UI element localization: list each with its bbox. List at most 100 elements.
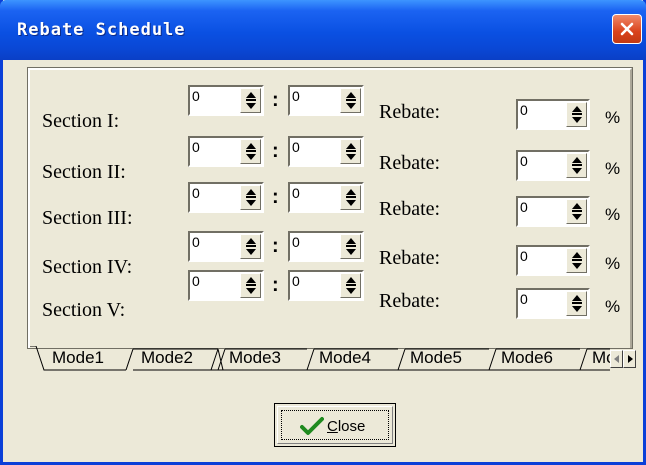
tab-label: Mode5: [410, 348, 462, 367]
divider: [346, 99, 356, 101]
rebate-spinner[interactable]: 0: [516, 99, 590, 130]
arrow-down-icon: [346, 200, 356, 206]
section-from-spinner-value[interactable]: 0: [192, 273, 200, 289]
spin-buttons[interactable]: [566, 199, 587, 224]
arrow-up-icon: [246, 238, 256, 244]
spin-buttons[interactable]: [340, 185, 361, 210]
spin-buttons[interactable]: [340, 139, 361, 164]
rebate-spinner-value[interactable]: 0: [520, 153, 528, 169]
close-button-label: Close: [327, 418, 366, 435]
spin-buttons[interactable]: [240, 234, 261, 259]
section-from-spinner[interactable]: 0: [188, 136, 264, 167]
section-to-spinner-value[interactable]: 0: [292, 273, 300, 289]
tab-scroll-left-button[interactable]: [610, 350, 623, 368]
rebate-spinner[interactable]: 0: [516, 196, 590, 227]
arrow-down-icon: [346, 154, 356, 160]
spin-buttons[interactable]: [340, 234, 361, 259]
arrow-down-icon: [346, 249, 356, 255]
arrow-down-icon: [246, 249, 256, 255]
divider: [572, 164, 582, 166]
tab-mode1[interactable]: Mode1: [42, 346, 128, 372]
divider: [572, 302, 582, 304]
spin-buttons[interactable]: [340, 88, 361, 113]
section-label: Section III:: [42, 207, 133, 229]
section-label: Section V:: [42, 299, 126, 321]
spin-buttons[interactable]: [566, 291, 587, 316]
spin-buttons[interactable]: [566, 102, 587, 127]
spin-buttons[interactable]: [566, 248, 587, 273]
divider: [346, 196, 356, 198]
tab-label: Mode: [592, 348, 612, 367]
rebate-spinner[interactable]: 0: [516, 288, 590, 319]
arrow-down-icon: [572, 168, 582, 174]
rebate-spinner[interactable]: 0: [516, 150, 590, 181]
checkmark-icon: [300, 417, 324, 435]
arrow-right-icon: [628, 355, 633, 363]
section-from-spinner-value[interactable]: 0: [192, 88, 200, 104]
tab-mode5[interactable]: Mode5: [400, 346, 490, 372]
spin-buttons[interactable]: [240, 88, 261, 113]
arrow-down-icon: [246, 288, 256, 294]
divider: [346, 284, 356, 286]
arrow-up-icon: [346, 92, 356, 98]
section-to-spinner-value[interactable]: 0: [292, 234, 300, 250]
window-title: Rebate Schedule: [17, 20, 186, 40]
section-from-spinner[interactable]: 0: [188, 182, 264, 213]
section-to-spinner-value[interactable]: 0: [292, 185, 300, 201]
rebate-spinner-value[interactable]: 0: [520, 102, 528, 118]
section-to-spinner[interactable]: 0: [288, 182, 364, 213]
rebate-spinner-value[interactable]: 0: [520, 291, 528, 307]
spin-buttons[interactable]: [240, 273, 261, 298]
section-from-spinner-value[interactable]: 0: [192, 234, 200, 250]
section-label: Section IV:: [42, 256, 133, 278]
section-from-spinner-value[interactable]: 0: [192, 185, 200, 201]
tab-label: Mode1: [52, 348, 104, 367]
arrow-down-icon: [246, 103, 256, 109]
tab-mode3[interactable]: Mode3: [219, 346, 309, 372]
spin-buttons[interactable]: [340, 273, 361, 298]
arrow-up-icon: [572, 295, 582, 301]
section-from-spinner-value[interactable]: 0: [192, 139, 200, 155]
rebate-spinner-value[interactable]: 0: [520, 248, 528, 264]
window-close-button[interactable]: [612, 14, 642, 44]
section-to-spinner-value[interactable]: 0: [292, 88, 300, 104]
arrow-down-icon: [572, 306, 582, 312]
spin-buttons[interactable]: [566, 153, 587, 178]
spin-buttons[interactable]: [240, 185, 261, 210]
close-icon: [620, 22, 634, 36]
section-from-spinner[interactable]: 0: [188, 270, 264, 301]
tab-scroll-right-button[interactable]: [623, 350, 636, 368]
tab-mode6[interactable]: Mode6: [491, 346, 581, 372]
arrow-up-icon: [346, 189, 356, 195]
tab-mode4[interactable]: Mode4: [309, 346, 399, 372]
divider: [246, 196, 256, 198]
tab-label: Mode6: [501, 348, 553, 367]
divider: [572, 259, 582, 261]
section-from-spinner[interactable]: 0: [188, 85, 264, 116]
divider: [246, 284, 256, 286]
range-separator: :: [272, 235, 279, 257]
arrow-down-icon: [246, 200, 256, 206]
divider: [572, 210, 582, 212]
divider: [246, 150, 256, 152]
rebate-spinner[interactable]: 0: [516, 245, 590, 276]
arrow-down-icon: [346, 103, 356, 109]
close-button[interactable]: Close: [274, 403, 396, 447]
arrow-up-icon: [246, 277, 256, 283]
section-to-spinner[interactable]: 0: [288, 136, 364, 167]
section-to-spinner-value[interactable]: 0: [292, 139, 300, 155]
percent-unit: %: [605, 159, 621, 178]
section-to-spinner[interactable]: 0: [288, 231, 364, 262]
section-to-spinner[interactable]: 0: [288, 270, 364, 301]
rebate-spinner-value[interactable]: 0: [520, 199, 528, 215]
rebate-label: Rebate:: [379, 198, 441, 220]
spin-buttons[interactable]: [240, 139, 261, 164]
section-label: Section II:: [42, 161, 126, 183]
tab-mode7[interactable]: Mode: [582, 346, 612, 372]
section-from-spinner[interactable]: 0: [188, 231, 264, 262]
tab-mode2[interactable]: Mode2: [131, 346, 217, 372]
range-separator: :: [272, 274, 279, 296]
arrow-down-icon: [572, 263, 582, 269]
section-to-spinner[interactable]: 0: [288, 85, 364, 116]
title-bar[interactable]: Rebate Schedule: [0, 0, 646, 60]
